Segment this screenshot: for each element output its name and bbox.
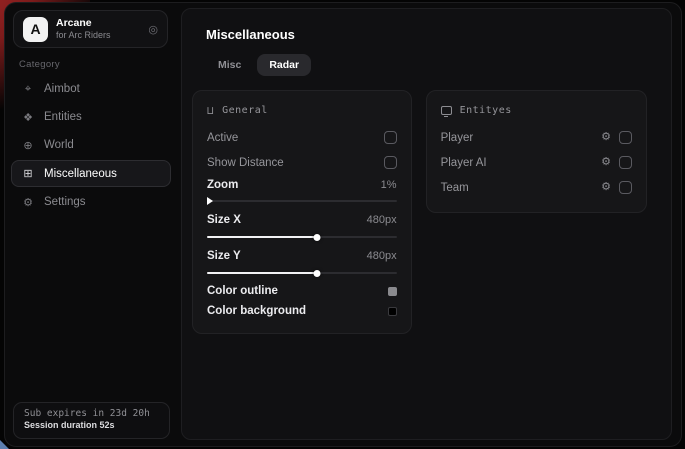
player-ai-checkbox[interactable]	[619, 156, 632, 169]
size-x-value: 480px	[367, 214, 397, 226]
entities-icon: ❖	[21, 111, 35, 124]
size-x-slider[interactable]	[207, 232, 397, 242]
sidebar-nav: ⌖ Aimbot ❖ Entities ⊕ World ⊞ Miscellane…	[11, 75, 171, 216]
color-background-swatch[interactable]	[388, 307, 397, 316]
zoom-label: Zoom	[207, 179, 238, 191]
tab-radar[interactable]: Radar	[257, 54, 311, 76]
general-card: ⊔ General Active Show Distance Zoom 1%	[192, 90, 412, 334]
row-size-x: Size X 480px	[207, 209, 397, 231]
size-y-slider-thumb[interactable]	[313, 270, 320, 277]
grid-icon: ⊞	[21, 167, 35, 180]
general-icon: ⊔	[207, 104, 214, 117]
player-gear-icon[interactable]: ⚙	[601, 132, 611, 143]
app-titles: Arcane for Arc Riders	[56, 17, 111, 40]
sidebar-item-label: Entities	[44, 111, 82, 123]
tab-misc[interactable]: Misc	[206, 54, 253, 76]
team-gear-icon[interactable]: ⚙	[601, 182, 611, 193]
player-ai-controls: ⚙	[601, 156, 632, 169]
zoom-slider[interactable]	[207, 196, 397, 206]
general-card-header: ⊔ General	[207, 101, 397, 119]
player-checkbox[interactable]	[619, 131, 632, 144]
zoom-slider-track	[207, 200, 397, 202]
zoom-value: 1%	[381, 179, 397, 191]
sidebar-item-label: Aimbot	[44, 83, 80, 95]
size-x-slider-thumb[interactable]	[313, 234, 320, 241]
app-subtitle: for Arc Riders	[56, 30, 111, 41]
session-duration-text: Session duration 52s	[24, 420, 159, 430]
sidebar-item-miscellaneous[interactable]: ⊞ Miscellaneous	[11, 160, 171, 187]
row-player-ai: Player AI ⚙	[441, 150, 632, 175]
active-checkbox[interactable]	[384, 131, 397, 144]
app-name: Arcane	[56, 17, 111, 30]
crosshair-icon: ⌖	[21, 83, 35, 96]
globe-icon: ⊕	[21, 139, 35, 152]
size-x-label: Size X	[207, 214, 241, 226]
monitor-icon	[441, 106, 452, 115]
sidebar: A Arcane for Arc Riders ◎ Category ⌖ Aim…	[5, 3, 177, 446]
sidebar-item-label: World	[44, 139, 74, 151]
general-card-title: General	[222, 105, 268, 116]
player-controls: ⚙	[601, 131, 632, 144]
row-active: Active	[207, 125, 397, 150]
sidebar-item-aimbot[interactable]: ⌖ Aimbot	[11, 75, 171, 103]
player-ai-label: Player AI	[441, 157, 487, 169]
player-label: Player	[441, 132, 474, 144]
row-player: Player ⚙	[441, 125, 632, 150]
size-y-label: Size Y	[207, 250, 241, 262]
row-team: Team ⚙	[441, 175, 632, 200]
entities-card-header: Entityes	[441, 101, 632, 119]
size-x-slider-fill	[207, 236, 317, 238]
sidebar-item-label: Settings	[44, 196, 86, 208]
team-label: Team	[441, 182, 469, 194]
team-checkbox[interactable]	[619, 181, 632, 194]
row-size-y: Size Y 480px	[207, 245, 397, 267]
category-label: Category	[19, 59, 60, 70]
app-header: A Arcane for Arc Riders ◎	[13, 10, 168, 48]
entities-card: Entityes Player ⚙ Player AI ⚙	[426, 90, 647, 213]
player-ai-gear-icon[interactable]: ⚙	[601, 157, 611, 168]
row-color-background: Color background	[207, 301, 397, 321]
team-controls: ⚙	[601, 181, 632, 194]
color-outline-label: Color outline	[207, 285, 278, 297]
main-panel: Miscellaneous Misc Radar ⊔ General Activ…	[181, 8, 672, 440]
tab-bar: Misc Radar	[206, 54, 647, 76]
sidebar-item-world[interactable]: ⊕ World	[11, 131, 171, 159]
gear-icon: ⚙	[21, 196, 35, 209]
show-distance-checkbox[interactable]	[384, 156, 397, 169]
row-zoom: Zoom 1%	[207, 175, 397, 195]
row-color-outline: Color outline	[207, 281, 397, 301]
sidebar-item-entities[interactable]: ❖ Entities	[11, 103, 171, 131]
color-background-label: Color background	[207, 305, 306, 317]
size-y-slider[interactable]	[207, 268, 397, 278]
row-show-distance: Show Distance	[207, 150, 397, 175]
entities-card-title: Entityes	[460, 105, 512, 116]
page-title: Miscellaneous	[206, 27, 647, 42]
zoom-slider-thumb[interactable]	[207, 197, 213, 205]
subscription-box: Sub expires in 23d 20h Session duration …	[13, 402, 170, 439]
sync-icon[interactable]: ◎	[148, 23, 158, 36]
color-outline-swatch[interactable]	[388, 287, 397, 296]
sidebar-item-settings[interactable]: ⚙ Settings	[11, 188, 171, 216]
cards-row: ⊔ General Active Show Distance Zoom 1%	[192, 90, 647, 334]
app-logo: A	[23, 17, 48, 42]
active-label: Active	[207, 132, 238, 144]
show-distance-label: Show Distance	[207, 157, 284, 169]
size-y-slider-fill	[207, 272, 317, 274]
sidebar-item-label: Miscellaneous	[44, 168, 117, 180]
sub-expires-text: Sub expires in 23d 20h	[24, 408, 159, 419]
size-y-value: 480px	[367, 250, 397, 262]
app-window: A Arcane for Arc Riders ◎ Category ⌖ Aim…	[4, 2, 682, 447]
